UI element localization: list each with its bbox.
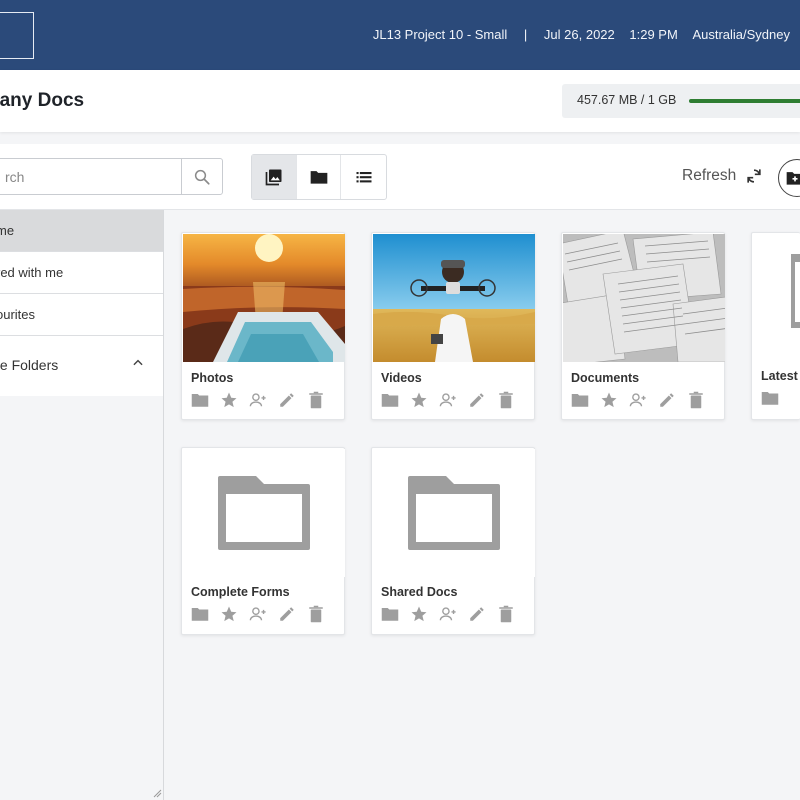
folder-view-icon [310,171,327,184]
folder-actions [191,605,325,623]
folder-card-documents[interactable]: Documents [561,232,725,420]
sidebar-section-label: te Folders [0,357,59,373]
share-user-icon[interactable] [249,391,267,409]
folder-actions [381,391,515,409]
resize-grip-icon[interactable] [152,788,162,798]
folder-actions [381,605,515,623]
open-folder-icon[interactable] [381,605,399,623]
sidebar-item-home[interactable]: me [0,210,163,252]
delete-icon[interactable] [687,391,705,409]
delete-icon[interactable] [307,605,325,623]
chevron-up-icon[interactable] [131,356,145,370]
open-folder-icon[interactable] [191,605,209,623]
sidebar-item-favourites[interactable]: ourites [0,294,163,336]
page-title: pany Docs [0,90,85,111]
top-header-bar: JL13 Project 10 - Small | Jul 26, 2022 1… [0,0,800,70]
storage-text: 457.67 MB / 1 GB [577,93,677,107]
folder-actions [571,391,705,409]
folder-name: Complete Forms [191,585,290,599]
folder-thumbnail-image [563,234,725,362]
share-user-icon[interactable] [439,391,457,409]
delete-icon[interactable] [497,605,515,623]
delete-icon[interactable] [307,391,325,409]
storage-progress-bar [689,99,800,103]
search-input[interactable] [0,158,182,195]
star-icon[interactable] [410,605,428,623]
open-folder-icon[interactable] [761,389,779,407]
folder-name: Documents [571,371,640,385]
folder-card-photos[interactable]: Photos [181,232,345,420]
folder-thumbnail [373,449,535,577]
refresh-icon [747,169,761,183]
sidebar-item-label: me [0,223,15,238]
add-folder-button[interactable] [778,159,800,197]
edit-icon[interactable] [278,605,296,623]
search-button[interactable] [181,158,223,195]
folder-icon [408,476,500,550]
sidebar: me red with me ourites te Folders [0,210,164,800]
folder-card-latest[interactable]: Latest [751,232,800,420]
header-timezone: Australia/Sydney [692,27,790,42]
delete-icon[interactable] [497,391,515,409]
edit-icon[interactable] [468,605,486,623]
share-user-icon[interactable] [439,605,457,623]
folder-name: Videos [381,371,422,385]
refresh-button[interactable]: Refresh [682,166,764,186]
folder-name: Latest [761,369,798,383]
folder-actions [761,389,779,407]
edit-icon[interactable] [468,391,486,409]
header-separator: | [523,27,528,42]
add-folder-icon [786,172,800,185]
star-icon[interactable] [600,391,618,409]
sidebar-item-label: ourites [0,307,36,322]
view-mode-toggle [251,154,387,200]
edit-icon[interactable] [658,391,676,409]
folder-card-shared-docs[interactable]: Shared Docs [371,447,535,635]
gallery-view-icon [265,169,282,186]
refresh-label: Refresh [682,167,737,184]
search-icon [194,169,210,185]
folder-thumbnail-image [373,234,535,362]
open-folder-icon[interactable] [191,391,209,409]
storage-usage: 457.67 MB / 1 GB [562,84,800,118]
folder-card-complete-forms[interactable]: Complete Forms [181,447,345,635]
sidebar-item-shared-with-me[interactable]: red with me [0,252,163,294]
share-user-icon[interactable] [629,391,647,409]
gallery-view-button[interactable] [252,155,297,199]
folder-actions [191,391,325,409]
star-icon[interactable] [220,391,238,409]
folder-name: Shared Docs [381,585,458,599]
open-folder-icon[interactable] [571,391,589,409]
list-view-button[interactable] [341,155,386,199]
folder-name: Photos [191,371,234,385]
folder-thumbnail [753,234,800,362]
sidebar-section-folders[interactable]: te Folders [0,336,163,396]
header-time: 1:29 PM [629,27,678,42]
folder-icon [791,254,800,328]
sidebar-item-label: red with me [0,265,64,280]
logo[interactable] [0,12,34,59]
folder-grid: Photos Videos Documents Latest Complete … [164,210,800,800]
star-icon[interactable] [410,391,428,409]
open-folder-icon[interactable] [381,391,399,409]
folder-icon [218,476,310,550]
folder-thumbnail [183,449,345,577]
project-name: JL13 Project 10 - Small [372,27,508,42]
edit-icon[interactable] [278,391,296,409]
header-info: JL13 Project 10 - Small | Jul 26, 2022 1… [373,27,790,42]
folder-thumbnail-image [183,234,345,362]
folder-view-button[interactable] [297,155,342,199]
header-date: Jul 26, 2022 [543,27,615,42]
folder-card-videos[interactable]: Videos [371,232,535,420]
toolbar: Refresh [0,144,800,210]
list-view-icon [356,172,372,183]
star-icon[interactable] [220,605,238,623]
share-user-icon[interactable] [249,605,267,623]
